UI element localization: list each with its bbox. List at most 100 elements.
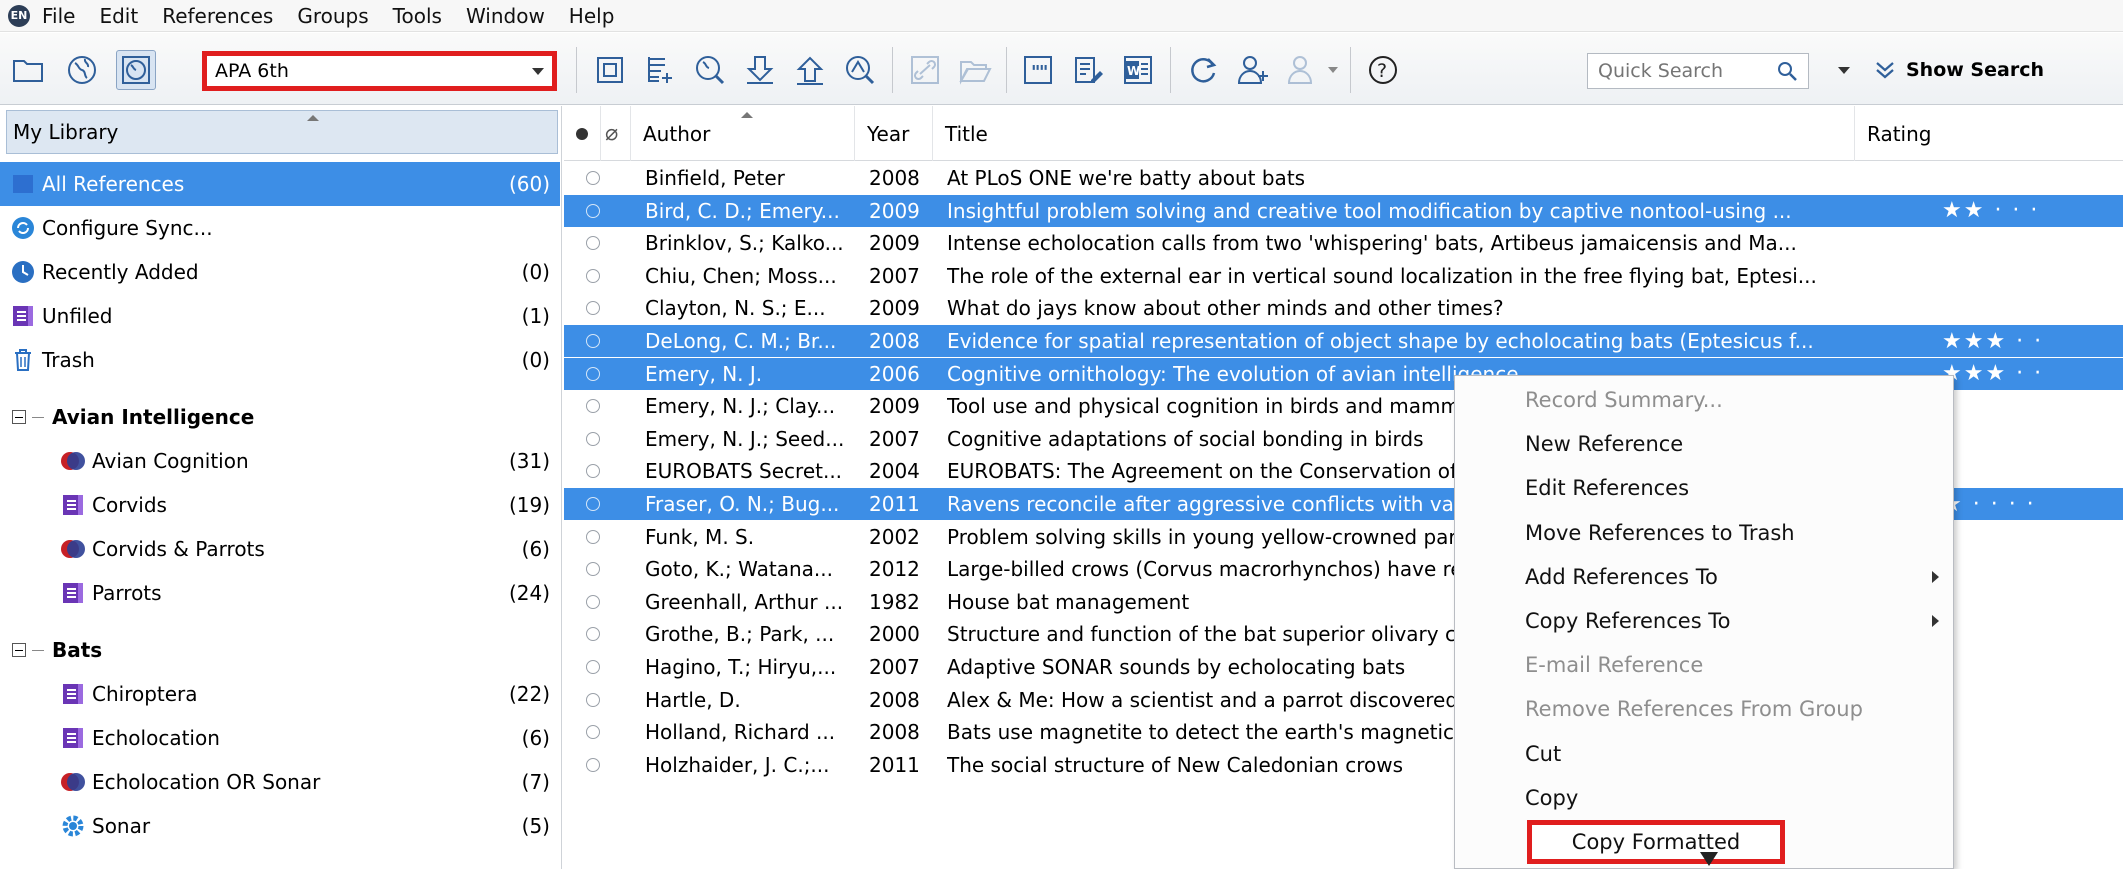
menu-file[interactable]: File: [42, 4, 75, 28]
open-link-button[interactable]: [905, 50, 945, 90]
unread-status-icon[interactable]: [586, 692, 600, 707]
unread-status-icon[interactable]: [586, 660, 600, 674]
sidebar-item-unfiled[interactable]: Unfiled (1): [0, 294, 560, 338]
unread-status-icon[interactable]: [586, 301, 600, 316]
output-style-select[interactable]: APA 6th: [202, 51, 557, 91]
sidebar-item-corvids[interactable]: Corvids (19): [0, 483, 560, 527]
column-rating[interactable]: Rating: [1855, 106, 2123, 161]
collapse-toggle-icon[interactable]: [12, 410, 26, 424]
format-bibliography-button[interactable]: [1068, 50, 1108, 90]
sidebar-item-trash[interactable]: Trash (0): [0, 338, 560, 382]
column-attachment[interactable]: ⌀: [601, 106, 631, 161]
sidebar-item-recently-added[interactable]: Recently Added (0): [0, 250, 560, 294]
my-library-header[interactable]: My Library: [6, 110, 558, 154]
menu-item-edit-references[interactable]: Edit References: [1455, 466, 1955, 510]
unread-status-icon[interactable]: [586, 171, 600, 185]
go-to-word-button[interactable]: W: [1118, 50, 1158, 90]
show-search-button[interactable]: Show Search: [1872, 55, 2044, 85]
rating-stars[interactable]: ★ · · · ·: [1942, 492, 2036, 517]
sidebar-item-parrots[interactable]: Parrots (24): [0, 571, 560, 615]
unread-status-icon[interactable]: [586, 464, 600, 479]
sidebar-item-configure-sync[interactable]: Configure Sync...: [0, 206, 560, 250]
menu-item-label: E-mail Reference: [1525, 653, 1704, 678]
new-reference-button[interactable]: [640, 50, 680, 90]
menu-item-move-references-to-trash[interactable]: Move References to Trash: [1455, 511, 1955, 555]
column-title[interactable]: Title: [933, 106, 1855, 161]
unread-status-icon[interactable]: [586, 562, 600, 577]
unread-status-icon[interactable]: [586, 366, 600, 381]
copy-to-library-button[interactable]: [590, 50, 630, 90]
menu-item-copy[interactable]: Copy: [1455, 776, 1955, 820]
quick-search-field[interactable]: [1587, 53, 1809, 89]
online-search-button[interactable]: [690, 50, 730, 90]
local-library-mode-button[interactable]: [8, 50, 48, 90]
menu-item-remove-references-from-group[interactable]: Remove References From Group: [1455, 687, 1955, 731]
sidebar-item-chiroptera[interactable]: Chiroptera (22): [0, 672, 560, 716]
unread-status-icon[interactable]: [586, 334, 600, 348]
unread-status-icon[interactable]: [586, 268, 600, 283]
column-read-status[interactable]: [564, 106, 601, 161]
share-library-button[interactable]: [1233, 50, 1273, 90]
table-row[interactable]: DeLong, C. M.; Br... 2008 Evidence for spa…: [564, 325, 2123, 357]
group-set-avian-intelligence[interactable]: Avian Intelligence: [0, 395, 560, 439]
rating-stars[interactable]: ★★★ · ·: [1942, 361, 2043, 386]
column-author[interactable]: Author: [631, 106, 855, 161]
integrated-library-mode-button[interactable]: [116, 50, 156, 90]
group-sharing-button[interactable]: [1283, 50, 1323, 90]
table-row[interactable]: Binfield, Peter 2008 At PLoS ONE we're bat…: [564, 162, 2123, 194]
collapse-toggle-icon[interactable]: [12, 643, 26, 657]
sidebar-item-corvids-parrots[interactable]: Corvids & Parrots (6): [0, 527, 560, 571]
chevron-down-icon[interactable]: [1328, 67, 1338, 73]
rating-stars[interactable]: ★★ · · ·: [1942, 198, 2039, 223]
menu-help[interactable]: Help: [569, 4, 615, 28]
table-row[interactable]: Brinklov, S.; Kalko... 2009 Intense echolo…: [564, 227, 2123, 259]
unread-status-icon[interactable]: [586, 627, 600, 642]
menu-item-label: Cut: [1525, 741, 1562, 766]
unread-status-icon[interactable]: [586, 529, 600, 544]
quick-search-input[interactable]: [1598, 60, 1748, 82]
help-button[interactable]: ?: [1363, 50, 1403, 90]
unread-status-icon[interactable]: [586, 725, 600, 740]
insert-citation-button[interactable]: " ": [1018, 50, 1058, 90]
table-row[interactable]: Bird, C. D.; Emery... 2009 Insightful prob…: [564, 194, 2123, 227]
export-button[interactable]: [790, 50, 830, 90]
unread-status-icon[interactable]: [586, 594, 600, 609]
unread-status-icon[interactable]: [586, 497, 600, 511]
unread-status-icon[interactable]: [586, 431, 600, 446]
sidebar-item-all-references[interactable]: All References (60): [0, 162, 560, 206]
row-title: At PLoS ONE we're batty about bats: [947, 166, 1306, 190]
sidebar-item-echolocation-or-sonar[interactable]: Echolocation OR Sonar (7): [0, 760, 560, 804]
unread-status-icon[interactable]: [586, 236, 600, 251]
chevron-down-icon[interactable]: [1838, 67, 1850, 74]
menu-item-add-references-to[interactable]: Add References To: [1455, 555, 1955, 599]
menu-tools[interactable]: Tools: [393, 4, 442, 28]
menu-item-new-reference[interactable]: New Reference: [1455, 422, 1955, 466]
menu-edit[interactable]: Edit: [99, 4, 138, 28]
table-row[interactable]: Clayton, N. S.; E... 2009 What do jays kno…: [564, 292, 2123, 324]
group-set-bats[interactable]: Bats: [0, 628, 560, 672]
sidebar-item-sonar[interactable]: Sonar (5): [0, 804, 560, 848]
table-row[interactable]: Chiu, Chen; Moss... 2007 The role of the e…: [564, 260, 2123, 292]
column-year[interactable]: Year: [855, 106, 933, 161]
menu-groups[interactable]: Groups: [297, 4, 368, 28]
find-full-text-button[interactable]: [840, 50, 880, 90]
menu-references[interactable]: References: [162, 4, 273, 28]
menu-item-record-summary[interactable]: Record Summary...: [1455, 378, 1955, 422]
menu-item-copy-formatted[interactable]: Copy Formatted: [1527, 820, 1785, 864]
unread-status-icon[interactable]: [586, 399, 600, 414]
open-file-button[interactable]: [955, 50, 995, 90]
menu-item-cut[interactable]: Cut: [1455, 732, 1955, 776]
unread-status-icon[interactable]: [586, 757, 600, 772]
sidebar-item-avian-cognition[interactable]: Avian Cognition (31): [0, 439, 560, 483]
sync-button[interactable]: [1183, 50, 1223, 90]
online-search-mode-button[interactable]: [62, 50, 102, 90]
unread-status-icon[interactable]: [586, 203, 600, 218]
rating-stars[interactable]: ★★★ · ·: [1942, 329, 2043, 354]
sync-icon: [10, 215, 36, 241]
import-button[interactable]: [740, 50, 780, 90]
menu-item-e-mail-reference[interactable]: E-mail Reference: [1455, 643, 1955, 687]
menu-item-copy-references-to[interactable]: Copy References To: [1455, 599, 1955, 643]
globe-icon: [68, 56, 96, 84]
sidebar-item-echolocation[interactable]: Echolocation (6): [0, 716, 560, 760]
menu-window[interactable]: Window: [466, 4, 545, 28]
